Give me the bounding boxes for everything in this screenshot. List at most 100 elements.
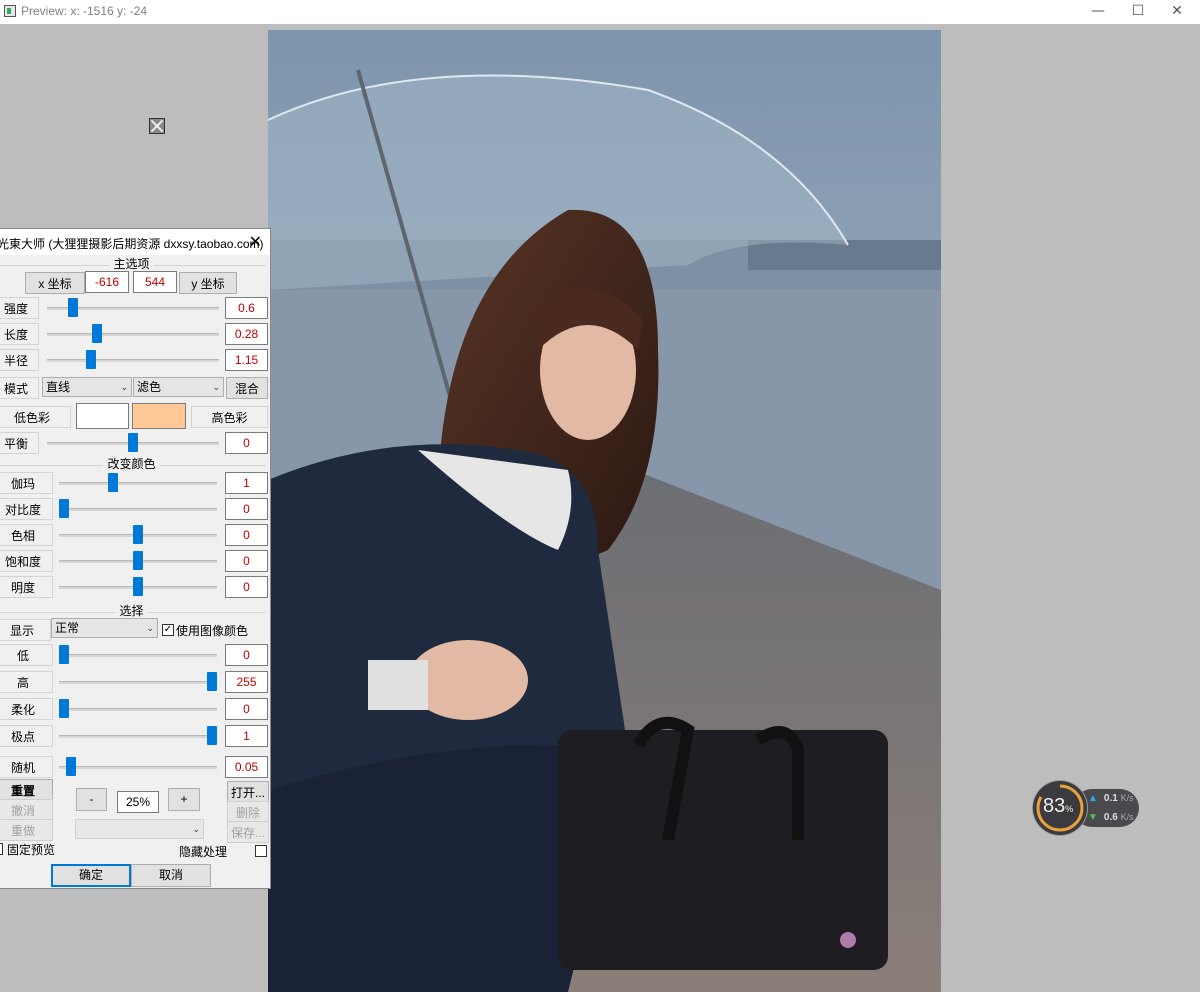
zoom-out-button[interactable]: - bbox=[76, 788, 107, 811]
slider-label: 饱和度 bbox=[0, 550, 53, 572]
window-title: Preview: x: -1516 y: -24 bbox=[21, 4, 148, 18]
slider-thumb[interactable] bbox=[207, 672, 217, 691]
hide-processing-checkbox[interactable] bbox=[255, 845, 267, 857]
mode-label: 模式 bbox=[0, 377, 39, 399]
chevron-down-icon: ⌄ bbox=[120, 382, 128, 392]
slider-label: 低 bbox=[0, 644, 53, 666]
slider-track[interactable] bbox=[59, 735, 217, 738]
slider-label: 对比度 bbox=[0, 498, 53, 520]
slider-value[interactable]: 0 bbox=[225, 498, 268, 520]
slider-label: 极点 bbox=[0, 725, 53, 747]
blend-mode-select[interactable]: 滤色 ⌄ bbox=[133, 377, 224, 397]
slider-label: 柔化 bbox=[0, 698, 53, 720]
slider-value[interactable]: 0 bbox=[225, 576, 268, 598]
cancel-button[interactable]: 取消 bbox=[131, 864, 211, 887]
fixed-preview-checkbox[interactable]: ✓ bbox=[0, 843, 3, 855]
slider-value[interactable]: 0 bbox=[225, 432, 268, 454]
slider-label: 平衡 bbox=[0, 432, 39, 454]
slider-thumb[interactable] bbox=[66, 757, 77, 776]
slider-thumb[interactable] bbox=[92, 324, 103, 343]
y-coord-label: y 坐标 bbox=[179, 272, 237, 294]
slider-thumb[interactable] bbox=[133, 551, 143, 570]
slider-value[interactable]: 255 bbox=[225, 671, 268, 693]
slider-label: 长度 bbox=[0, 323, 39, 345]
slider-track[interactable] bbox=[59, 654, 217, 657]
preset-select[interactable]: ⌄ bbox=[75, 819, 204, 839]
dialog-titlebar[interactable]: 光東大师 (大狸狸摄影后期资源 dxxsy.taobao.com) ✕ bbox=[0, 229, 270, 255]
y-coord-value[interactable]: 544 bbox=[133, 271, 177, 293]
low-color-label: 低色彩 bbox=[0, 406, 71, 428]
slider-track[interactable] bbox=[59, 482, 217, 485]
redo-button[interactable]: 重做 bbox=[0, 819, 53, 841]
slider-thumb[interactable] bbox=[133, 577, 143, 596]
mix-button[interactable]: 混合 bbox=[226, 377, 268, 399]
close-button[interactable]: ✕ bbox=[1154, 0, 1200, 24]
slider-thumb[interactable] bbox=[107, 473, 118, 492]
fixed-preview-label: 固定预览 bbox=[7, 843, 56, 857]
slider-label: 明度 bbox=[0, 576, 53, 598]
x-coord-label: x 坐标 bbox=[25, 272, 85, 294]
slider-label: 半径 bbox=[0, 349, 39, 371]
use-image-color-label: 使用图像颜色 bbox=[176, 624, 249, 638]
slider-thumb[interactable] bbox=[85, 350, 96, 369]
main-section-header: 主选项 bbox=[0, 255, 270, 272]
slider-label: 伽玛 bbox=[0, 472, 53, 494]
hide-processing-label: 隐藏处理 bbox=[179, 845, 228, 859]
slider-track[interactable] bbox=[47, 359, 219, 362]
slider-value[interactable]: 1 bbox=[225, 725, 268, 747]
high-color-swatch[interactable] bbox=[132, 403, 186, 429]
slider-track[interactable] bbox=[59, 681, 217, 684]
slider-thumb[interactable] bbox=[59, 699, 69, 718]
slider-thumb[interactable] bbox=[133, 525, 143, 544]
slider-thumb[interactable] bbox=[59, 645, 69, 664]
slider-value[interactable]: 0 bbox=[225, 698, 268, 720]
close-marker-icon[interactable] bbox=[149, 118, 165, 134]
slider-label: 高 bbox=[0, 671, 53, 693]
window-titlebar: Preview: x: -1516 y: -24 — ☐ ✕ bbox=[0, 0, 1200, 24]
download-speed: ▼ 0.6 K/s bbox=[1088, 812, 1134, 823]
slider-value[interactable]: 0.05 bbox=[225, 756, 268, 778]
use-image-color-checkbox[interactable]: ✓ bbox=[162, 624, 174, 636]
x-coord-value[interactable]: -616 bbox=[85, 271, 129, 293]
delete-button[interactable]: 删除 bbox=[227, 801, 269, 823]
chevron-down-icon: ⌄ bbox=[192, 824, 200, 834]
dialog-title: 光東大师 (大狸狸摄影后期资源 dxxsy.taobao.com) bbox=[0, 237, 264, 251]
slider-value[interactable]: 0 bbox=[225, 524, 268, 546]
reset-button[interactable]: 重置 bbox=[0, 779, 53, 801]
preview-image[interactable] bbox=[268, 30, 941, 992]
chevron-down-icon: ⌄ bbox=[212, 382, 220, 392]
slider-label: 强度 bbox=[0, 297, 39, 319]
ok-button[interactable]: 确定 bbox=[51, 864, 131, 887]
slider-value[interactable]: 1 bbox=[225, 472, 268, 494]
slider-track[interactable] bbox=[47, 333, 219, 336]
slider-value[interactable]: 0.6 bbox=[225, 297, 268, 319]
slider-thumb[interactable] bbox=[128, 433, 138, 452]
zoom-in-button[interactable]: + bbox=[168, 788, 200, 811]
color-section-header: 改变颜色 bbox=[0, 455, 270, 472]
dialog-close-icon[interactable]: ✕ bbox=[249, 232, 262, 252]
mode-style-select[interactable]: 直线 ⌄ bbox=[42, 377, 132, 397]
slider-label: 色相 bbox=[0, 524, 53, 546]
slider-thumb[interactable] bbox=[59, 499, 69, 518]
network-speed-widget: 83% ▲ 0.1 K/s ▼ 0.6 K/s bbox=[1033, 781, 1139, 835]
slider-value[interactable]: 1.15 bbox=[225, 349, 268, 371]
slider-label: 随机 bbox=[0, 756, 53, 778]
slider-value[interactable]: 0 bbox=[225, 550, 268, 572]
slider-value[interactable]: 0 bbox=[225, 644, 268, 666]
filter-dialog: 光東大师 (大狸狸摄影后期资源 dxxsy.taobao.com) ✕ 主选项 … bbox=[0, 228, 271, 889]
zoom-value[interactable]: 25% bbox=[117, 791, 159, 813]
low-color-swatch[interactable] bbox=[76, 403, 129, 429]
slider-thumb[interactable] bbox=[68, 298, 79, 317]
select-section-header: 选择 bbox=[0, 602, 270, 619]
slider-thumb[interactable] bbox=[207, 726, 217, 745]
high-color-label: 高色彩 bbox=[191, 406, 268, 428]
display-select[interactable]: 正常 ⌄ bbox=[51, 618, 158, 638]
open-button[interactable]: 打开... bbox=[227, 781, 269, 803]
slider-track[interactable] bbox=[59, 766, 217, 769]
app-icon bbox=[4, 5, 16, 17]
undo-button[interactable]: 撤消 bbox=[0, 799, 53, 821]
slider-track[interactable] bbox=[59, 708, 217, 711]
slider-track[interactable] bbox=[59, 508, 217, 511]
slider-value[interactable]: 0.28 bbox=[225, 323, 268, 345]
save-button[interactable]: 保存... bbox=[227, 821, 269, 843]
